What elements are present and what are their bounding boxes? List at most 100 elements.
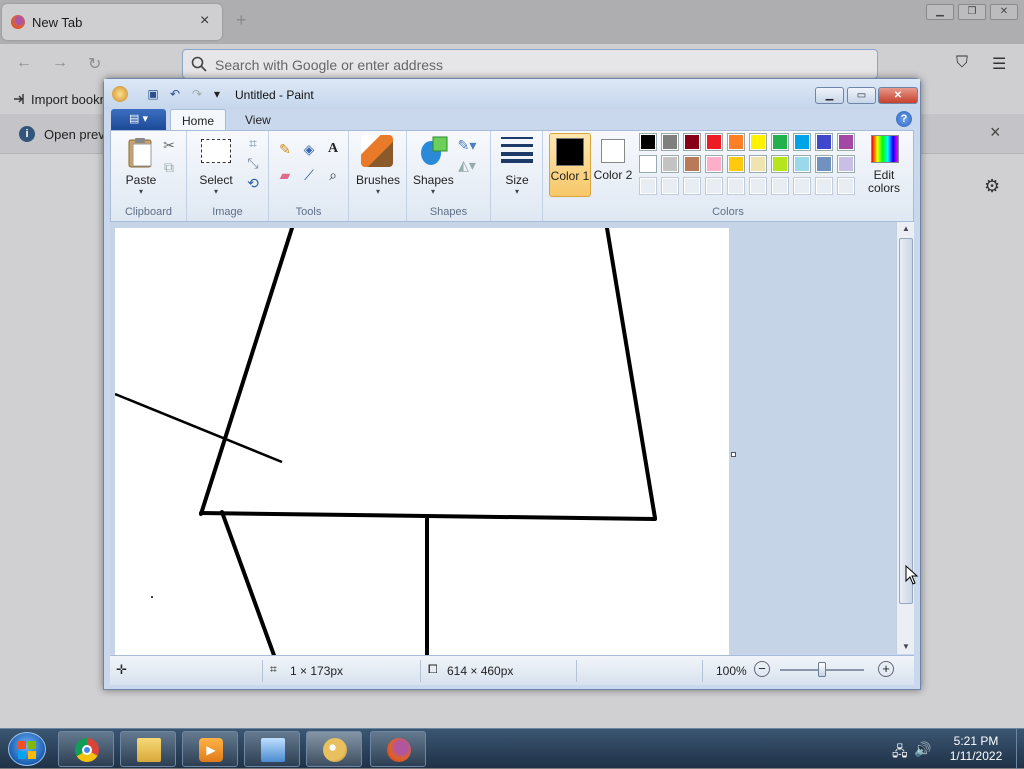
tab-close-button[interactable]: ×	[200, 12, 209, 30]
palette-color-swatch[interactable]	[683, 133, 701, 151]
paint-maximize-button[interactable]: ▭	[847, 87, 876, 104]
magnifier-icon[interactable]: ⌕	[323, 165, 343, 185]
resize-icon[interactable]: ⤡	[243, 153, 263, 173]
palette-color-swatch[interactable]	[705, 177, 723, 195]
new-tab-button[interactable]: +	[236, 10, 247, 31]
undo-icon[interactable]: ↶	[168, 87, 182, 101]
palette-color-swatch[interactable]	[837, 155, 855, 173]
palette-color-swatch[interactable]	[815, 133, 833, 151]
palette-color-swatch[interactable]	[837, 133, 855, 151]
palette-color-swatch[interactable]	[815, 177, 833, 195]
customize-toolbar-icon[interactable]: ▾	[210, 87, 224, 101]
palette-color-swatch[interactable]	[815, 155, 833, 173]
scroll-thumb[interactable]	[899, 238, 913, 604]
fill-shape-icon[interactable]: ◭▾	[457, 155, 477, 175]
zoom-in-button[interactable]: +	[878, 661, 894, 677]
palette-color-swatch[interactable]	[749, 177, 767, 195]
save-icon[interactable]: ▣	[146, 87, 160, 101]
color1-button[interactable]: Color 1	[549, 133, 591, 197]
palette-color-swatch[interactable]	[661, 155, 679, 173]
select-button[interactable]: Select ▾	[195, 137, 237, 203]
scroll-up-icon[interactable]: ▲	[902, 224, 910, 233]
taskbar-media-player[interactable]: ▶	[182, 731, 238, 767]
palette-color-swatch[interactable]	[639, 133, 657, 151]
rotate-icon[interactable]: ⟲	[243, 173, 263, 193]
palette-color-swatch[interactable]	[771, 155, 789, 173]
brushes-group[interactable]: Brushes ▾	[349, 131, 407, 221]
network-icon[interactable]: 🖧	[892, 741, 908, 765]
colors-group-label: Colors	[712, 206, 744, 218]
crop-icon[interactable]: ⌗	[243, 133, 263, 153]
vertical-scrollbar[interactable]: ▲ ▼	[896, 222, 914, 654]
start-button[interactable]	[8, 732, 46, 766]
text-icon[interactable]: A	[323, 139, 343, 159]
edit-colors-label: Edit colors	[867, 168, 900, 195]
fill-icon[interactable]: ◈	[299, 139, 319, 159]
palette-color-swatch[interactable]	[727, 177, 745, 195]
palette-color-swatch[interactable]	[771, 177, 789, 195]
palette-color-swatch[interactable]	[727, 133, 745, 151]
resize-handle[interactable]	[731, 452, 736, 457]
tab-view[interactable]: View	[234, 109, 282, 131]
tab-new-tab[interactable]: New Tab ×	[2, 4, 222, 40]
pocket-icon[interactable]: ⛉	[956, 54, 968, 72]
paint-minimize-button[interactable]: ▁	[815, 87, 844, 104]
paint-close-button[interactable]: ✕	[878, 87, 918, 104]
palette-color-swatch[interactable]	[837, 177, 855, 195]
eraser-icon[interactable]: ▰	[275, 165, 295, 185]
notification-close-button[interactable]: ×	[990, 122, 1001, 143]
minimize-button[interactable]: ▁	[926, 4, 954, 20]
palette-color-swatch[interactable]	[793, 177, 811, 195]
color2-button[interactable]: Color 2	[593, 133, 635, 197]
show-desktop-button[interactable]	[1016, 729, 1024, 769]
tab-home[interactable]: Home	[170, 109, 227, 131]
volume-icon[interactable]: 🔊	[914, 741, 931, 758]
palette-color-swatch[interactable]	[771, 133, 789, 151]
palette-color-swatch[interactable]	[727, 155, 745, 173]
scroll-down-icon[interactable]: ▼	[902, 642, 910, 651]
taskbar-paint[interactable]	[306, 731, 362, 767]
palette-color-swatch[interactable]	[705, 133, 723, 151]
size-group[interactable]: Size ▾	[491, 131, 543, 221]
zoom-slider-thumb[interactable]	[818, 662, 826, 677]
help-icon[interactable]: ?	[896, 111, 912, 127]
paste-button[interactable]: Paste ▾	[123, 137, 163, 203]
outline-icon[interactable]: ✎▾	[457, 135, 477, 155]
import-bookmarks-link[interactable]: Import bookm	[31, 92, 110, 107]
redo-icon[interactable]: ↷	[190, 87, 204, 101]
palette-color-swatch[interactable]	[705, 155, 723, 173]
paint-menu-button[interactable]: ▤ ▾	[111, 109, 166, 130]
color-picker-icon[interactable]: ⟋	[299, 165, 319, 185]
settings-gear-icon[interactable]: ⚙	[984, 176, 1000, 197]
edit-colors-button[interactable]: Edit colors	[861, 133, 907, 199]
pencil-icon[interactable]: ✎	[275, 139, 295, 159]
copy-icon[interactable]: ⧉	[159, 157, 179, 177]
shapes-button[interactable]: Shapes ▾	[413, 135, 454, 199]
clock[interactable]: 5:21 PM 1/11/2022	[940, 734, 1012, 764]
reload-button[interactable]: ↻	[88, 54, 101, 74]
palette-color-swatch[interactable]	[639, 177, 657, 195]
palette-color-swatch[interactable]	[639, 155, 657, 173]
taskbar-firefox[interactable]	[370, 731, 426, 767]
palette-color-swatch[interactable]	[793, 133, 811, 151]
palette-color-swatch[interactable]	[749, 133, 767, 151]
taskbar-explorer[interactable]	[120, 731, 176, 767]
palette-color-swatch[interactable]	[793, 155, 811, 173]
palette-color-swatch[interactable]	[683, 177, 701, 195]
palette-color-swatch[interactable]	[661, 133, 679, 151]
zoom-out-button[interactable]: −	[754, 661, 770, 677]
taskbar-control-panel[interactable]	[244, 731, 300, 767]
cut-icon[interactable]: ✂	[159, 135, 179, 155]
url-bar[interactable]: Search with Google or enter address	[182, 49, 878, 79]
back-button[interactable]: ←	[16, 54, 32, 72]
restore-button[interactable]: ❐	[958, 4, 986, 20]
forward-button[interactable]: →	[52, 54, 68, 72]
menu-icon[interactable]: ☰	[992, 54, 1006, 74]
palette-color-swatch[interactable]	[683, 155, 701, 173]
close-button[interactable]: ✕	[990, 4, 1018, 20]
title-bar[interactable]: ▣ ↶ ↷ ▾ Untitled - Paint ▁ ▭ ✕	[104, 79, 920, 109]
palette-color-swatch[interactable]	[749, 155, 767, 173]
drawing-canvas[interactable]	[115, 228, 729, 658]
taskbar-chrome[interactable]	[58, 731, 114, 767]
palette-color-swatch[interactable]	[661, 177, 679, 195]
